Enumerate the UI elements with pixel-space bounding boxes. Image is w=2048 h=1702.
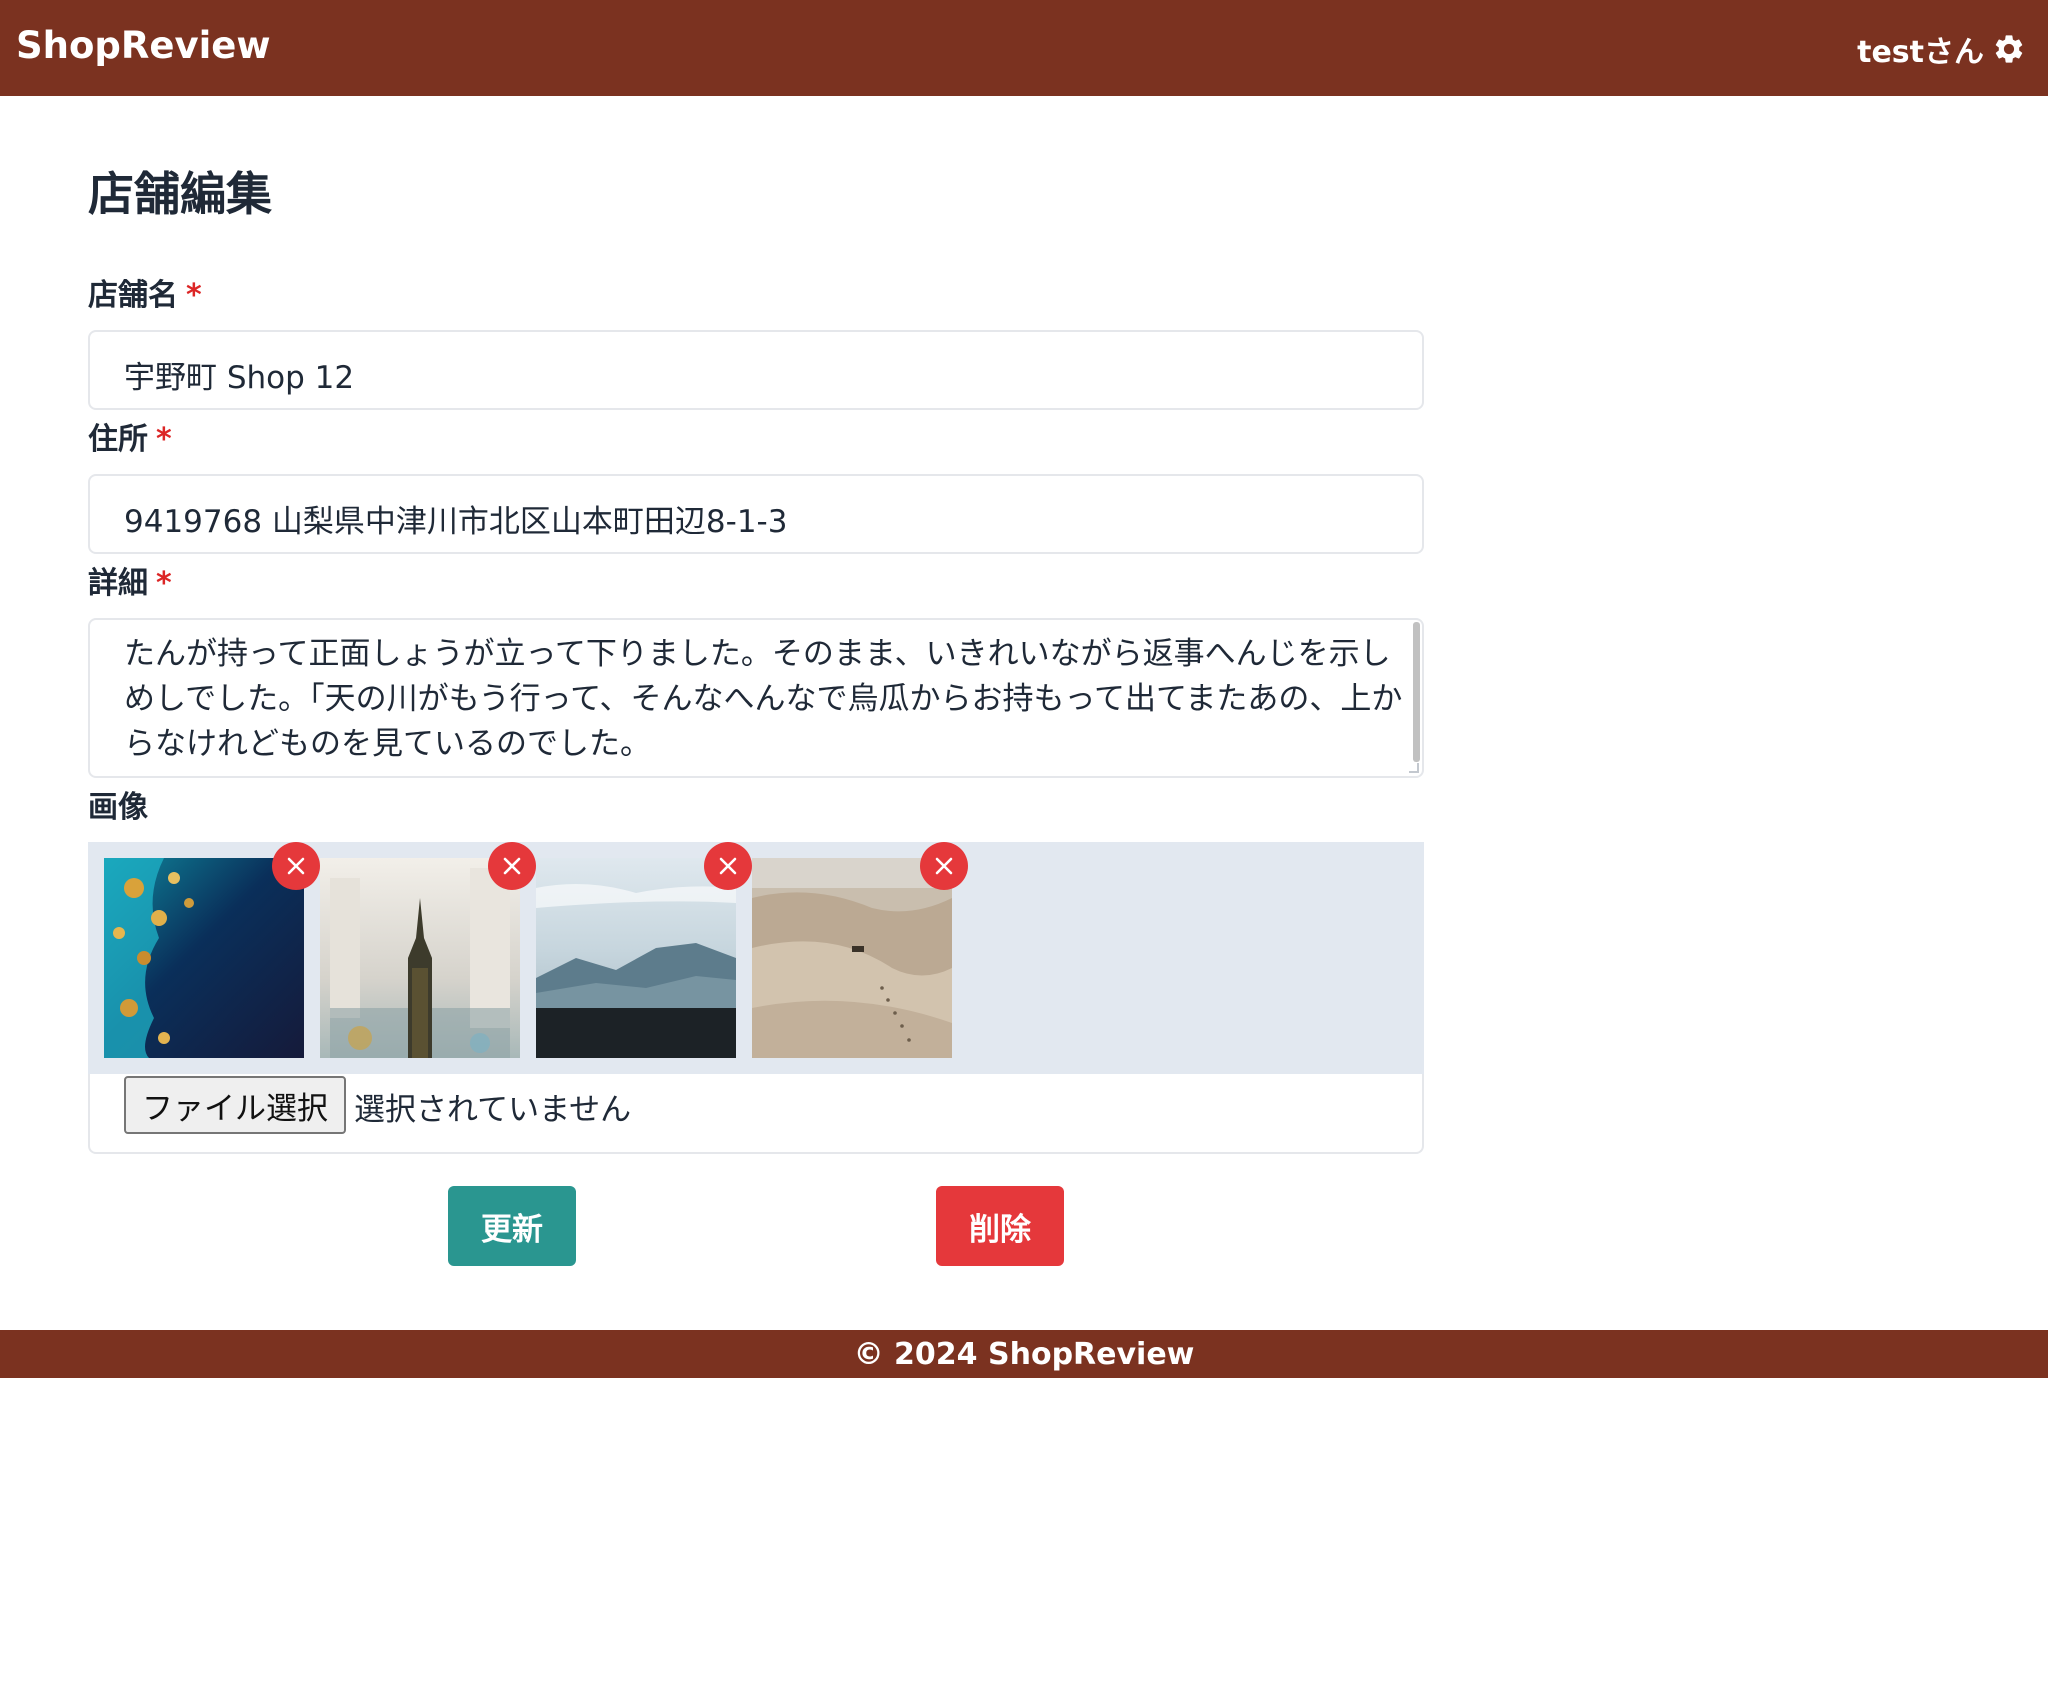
detail-textarea[interactable]: たんが持って正面しょうが立って下りました。そのまま、いきれいながら返事へんじを示… bbox=[88, 618, 1424, 778]
textarea-scrollbar[interactable] bbox=[1413, 622, 1420, 762]
close-icon bbox=[287, 857, 305, 875]
delete-button[interactable]: 削除 bbox=[936, 1186, 1064, 1266]
file-select-button[interactable]: ファイル選択 bbox=[124, 1076, 346, 1134]
top-navbar: ShopReview testさん bbox=[0, 0, 2048, 96]
required-mark: * bbox=[156, 422, 172, 457]
close-icon bbox=[935, 857, 953, 875]
image-thumbnail bbox=[752, 842, 968, 1058]
file-input: ファイル選択 選択されていません bbox=[88, 1074, 1424, 1154]
user-menu[interactable]: testさん bbox=[1857, 26, 2026, 72]
brand-logo-link[interactable]: ShopReview bbox=[16, 24, 271, 67]
resize-handle[interactable] bbox=[1409, 763, 1419, 773]
shop-name-label: 店舗名 * bbox=[88, 270, 202, 314]
address-label: 住所 * bbox=[88, 414, 172, 458]
copyright-text: © 2024 ShopReview bbox=[853, 1336, 1195, 1372]
desert-dunes-image bbox=[752, 858, 952, 1058]
image-preview-panel bbox=[88, 842, 1424, 1074]
image-thumbnail bbox=[104, 842, 320, 1058]
ocean-aerial-image bbox=[104, 858, 304, 1058]
detail-value: たんが持って正面しょうが立って下りました。そのまま、いきれいながら返事へんじを示… bbox=[124, 636, 1403, 762]
file-status-text: 選択されていません bbox=[354, 1092, 632, 1128]
shop-name-value: 宇野町 Shop 12 bbox=[124, 360, 355, 396]
required-mark: * bbox=[186, 278, 202, 313]
remove-image-button[interactable] bbox=[488, 842, 536, 890]
remove-image-button[interactable] bbox=[920, 842, 968, 890]
user-name[interactable]: testさん bbox=[1857, 27, 1984, 71]
address-value: 9419768 山梨県中津川市北区山本町田辺8-1-3 bbox=[124, 504, 788, 540]
address-label-text: 住所 bbox=[88, 422, 148, 457]
remove-image-button[interactable] bbox=[272, 842, 320, 890]
image-thumbnail bbox=[320, 842, 536, 1058]
shop-name-label-text: 店舗名 bbox=[88, 278, 178, 313]
detail-label-text: 詳細 bbox=[88, 566, 148, 601]
detail-label: 詳細 * bbox=[88, 558, 172, 602]
page-title: 店舗編集 bbox=[88, 167, 272, 221]
mountain-valley-image bbox=[536, 858, 736, 1058]
images-label: 画像 bbox=[88, 790, 148, 825]
update-button[interactable]: 更新 bbox=[448, 1186, 576, 1266]
footer: © 2024 ShopReview bbox=[0, 1330, 2048, 1378]
close-icon bbox=[719, 857, 737, 875]
required-mark: * bbox=[156, 566, 172, 601]
remove-image-button[interactable] bbox=[704, 842, 752, 890]
address-input[interactable]: 9419768 山梨県中津川市北区山本町田辺8-1-3 bbox=[88, 474, 1424, 554]
shop-name-input[interactable]: 宇野町 Shop 12 bbox=[88, 330, 1424, 410]
close-icon bbox=[503, 857, 521, 875]
city-tower-image bbox=[320, 858, 520, 1058]
image-thumbnail bbox=[536, 842, 752, 1058]
gear-icon[interactable] bbox=[1992, 32, 2026, 66]
